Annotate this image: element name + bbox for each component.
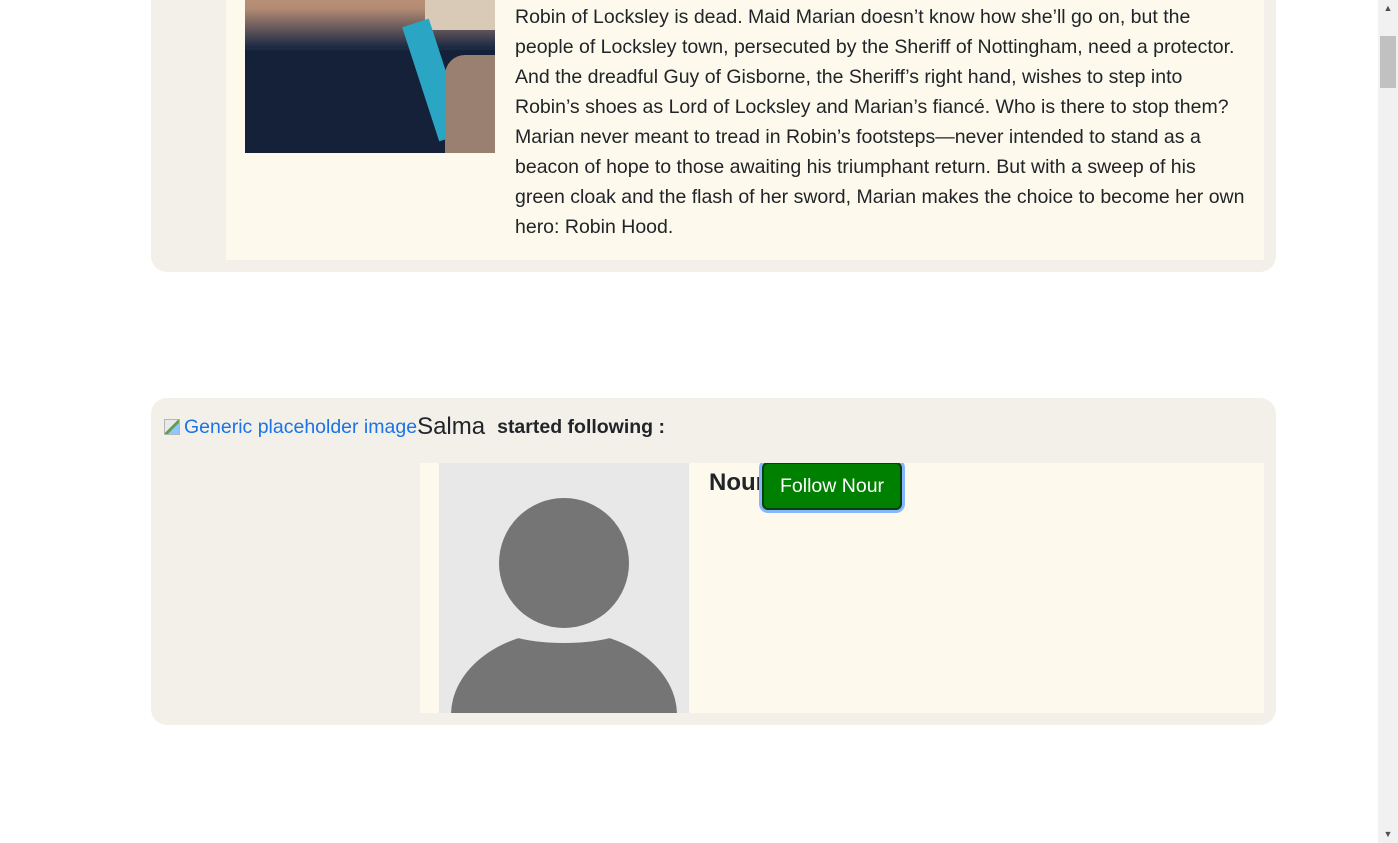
actor-name[interactable]: Salma [417,413,485,441]
post-card: Robin of Locksley is dead. Maid Marian d… [151,0,1276,272]
default-user-avatar-icon[interactable] [439,463,689,713]
page-viewport: Robin of Locksley is dead. Maid Marian d… [0,0,1378,843]
follow-button[interactable]: Follow Nour [762,463,903,510]
activity-action-text: started following : [497,415,666,438]
photo-sleeve [445,55,495,153]
followed-user-name[interactable]: Nour [709,469,765,497]
actor-avatar-link[interactable]: Generic placeholder image [164,416,417,439]
avatar-head-shape [499,498,629,628]
vertical-scrollbar[interactable]: ▲ ▼ [1378,0,1398,843]
avatar-body-shape [451,631,677,713]
followed-user-card: Nour Follow Nour [420,463,1264,713]
post-card-body: Robin of Locksley is dead. Maid Marian d… [226,0,1264,260]
scroll-down-arrow-icon[interactable]: ▼ [1378,826,1398,843]
broken-image-icon [164,419,180,435]
scrollbar-thumb[interactable] [1380,36,1396,88]
scroll-up-arrow-icon[interactable]: ▲ [1378,0,1398,17]
post-description: Robin of Locksley is dead. Maid Marian d… [515,6,1245,238]
actor-avatar-alt-text: Generic placeholder image [184,415,418,438]
follow-activity-card: Generic placeholder image Salma started … [151,398,1276,725]
post-user-photo [245,0,495,153]
photo-background-sign [425,0,495,30]
activity-header: Generic placeholder image Salma started … [164,412,665,442]
